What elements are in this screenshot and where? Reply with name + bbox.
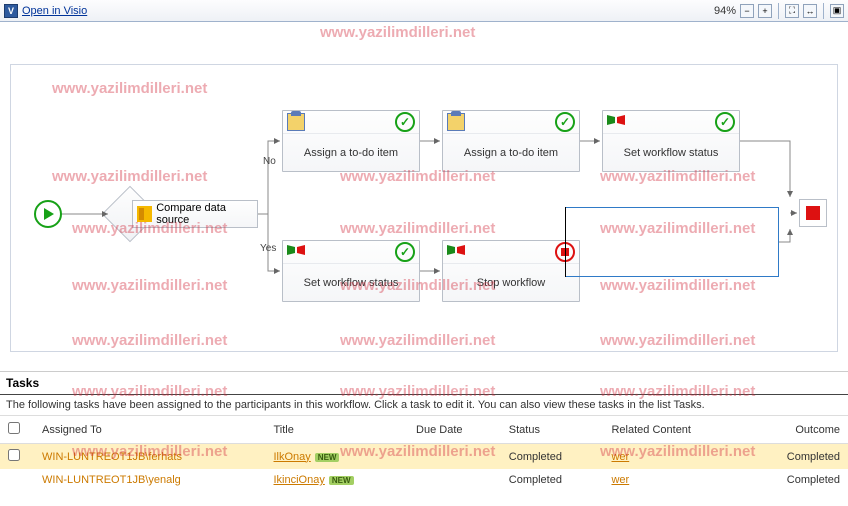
condition-icon [137, 206, 152, 222]
flags-icon [287, 243, 305, 261]
visio-icon: V [4, 4, 18, 18]
assign-1-label: Assign a to-do item [283, 133, 419, 171]
cell-title: IkinciOnay NEW [266, 469, 409, 491]
cell-outcome: Completed [745, 444, 848, 470]
flags-icon [447, 243, 465, 261]
col-status[interactable]: Status [501, 416, 604, 444]
assign-todo-2-node[interactable]: ✓Assign a to-do item [442, 110, 580, 172]
toolbar: V Open in Visio 94% − + ⛶ ↔ ▣ [0, 0, 848, 22]
fit-page-button[interactable]: ⛶ [785, 4, 799, 18]
zoom-in-button[interactable]: + [758, 4, 772, 18]
open-in-visio-link[interactable]: Open in Visio [22, 5, 87, 17]
task-link[interactable]: IkinciOnay [274, 474, 325, 486]
row-checkbox[interactable] [8, 449, 20, 461]
edge-no-label: No [263, 156, 276, 167]
tasks-header-row: Assigned To Title Due Date Status Relate… [0, 416, 848, 444]
related-link[interactable]: wer [611, 474, 629, 486]
cell-assigned: WIN-LUNTREOT1JB\ferhats [34, 444, 266, 470]
cell-title: IlkOnay NEW [266, 444, 409, 470]
col-outcome[interactable]: Outcome [745, 416, 848, 444]
cell-status: Completed [501, 444, 604, 470]
zoom-out-button[interactable]: − [740, 4, 754, 18]
col-assigned[interactable]: Assigned To [34, 416, 266, 444]
end-node[interactable] [799, 199, 827, 227]
stop-label: Stop workflow [443, 263, 579, 301]
set-workflow-status-1-node[interactable]: ✓Set workflow status [602, 110, 740, 172]
task-link[interactable]: IlkOnay [274, 451, 311, 463]
workflow-canvas[interactable]: Compare data source ✓Assign a to-do item… [0, 22, 848, 372]
cell-status: Completed [501, 469, 604, 491]
selection-handle[interactable] [565, 207, 566, 277]
stop-workflow-node[interactable]: Stop workflow [442, 240, 580, 302]
setwf-2-label: Set workflow status [283, 263, 419, 301]
tasks-panel: Tasks The following tasks have been assi… [0, 372, 848, 491]
check-icon: ✓ [395, 242, 415, 262]
set-workflow-status-2-node[interactable]: ✓Set workflow status [282, 240, 420, 302]
selection-box[interactable] [565, 207, 779, 277]
new-badge: NEW [315, 453, 340, 462]
assign-todo-1-node[interactable]: ✓Assign a to-do item [282, 110, 420, 172]
clipboard-icon [287, 113, 305, 131]
tasks-header: Tasks [0, 372, 848, 395]
related-link[interactable]: wer [611, 451, 629, 463]
select-all-checkbox[interactable] [8, 422, 20, 434]
start-node[interactable] [34, 200, 62, 228]
table-row[interactable]: WIN-LUNTREOT1JB\yenalg IkinciOnay NEW Com… [0, 469, 848, 491]
tasks-description: The following tasks have been assigned t… [0, 395, 848, 415]
zoom-readout: 94% [714, 5, 736, 17]
col-due[interactable]: Due Date [408, 416, 501, 444]
compare-data-source-node[interactable]: Compare data source [132, 200, 258, 228]
col-related[interactable]: Related Content [603, 416, 745, 444]
tasks-table: Assigned To Title Due Date Status Relate… [0, 415, 848, 491]
fit-width-button[interactable]: ↔ [803, 4, 817, 18]
assign-2-label: Assign a to-do item [443, 133, 579, 171]
clipboard-icon [447, 113, 465, 131]
flags-icon [607, 113, 625, 131]
new-badge: NEW [329, 476, 354, 485]
edge-yes-label: Yes [260, 243, 276, 254]
compare-label: Compare data source [156, 202, 257, 226]
col-title[interactable]: Title [266, 416, 409, 444]
setwf-1-label: Set workflow status [603, 133, 739, 171]
check-icon: ✓ [395, 112, 415, 132]
check-icon: ✓ [715, 112, 735, 132]
cell-assigned: WIN-LUNTREOT1JB\yenalg [34, 469, 266, 491]
check-icon: ✓ [555, 112, 575, 132]
cell-outcome: Completed [745, 469, 848, 491]
table-row[interactable]: WIN-LUNTREOT1JB\ferhats IlkOnay NEW Compl… [0, 444, 848, 470]
fullscreen-button[interactable]: ▣ [830, 4, 844, 18]
